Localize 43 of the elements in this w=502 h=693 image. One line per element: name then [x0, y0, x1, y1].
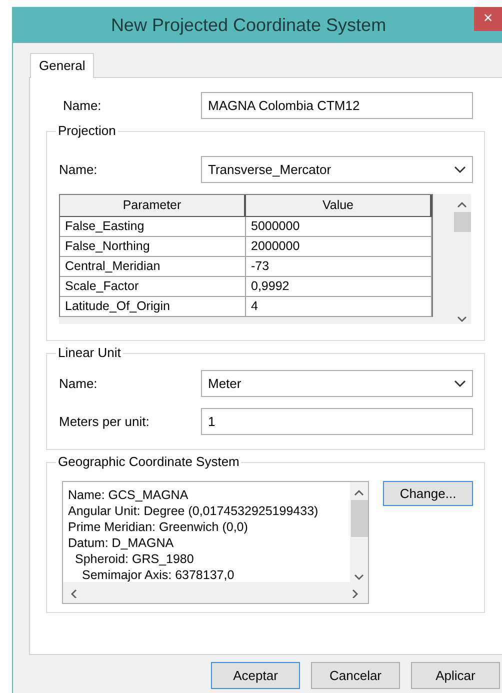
table-cell: Central_Meridian — [60, 257, 246, 277]
field-label: Meters per unit: — [59, 412, 150, 431]
scroll-up-icon[interactable] — [353, 488, 365, 498]
scroll-up-icon[interactable] — [456, 200, 468, 210]
dropdown[interactable]: Meter — [201, 370, 473, 397]
window-title: New Projected Coordinate System — [110, 14, 388, 37]
dropdown[interactable]: Transverse_Mercator — [201, 156, 473, 183]
close-button[interactable]: × — [474, 7, 502, 31]
dialog-button[interactable]: Aplicar — [411, 662, 500, 689]
group-title: Geographic Coordinate System — [56, 454, 242, 470]
field-label: Name: — [63, 96, 102, 115]
scrollbar[interactable] — [350, 482, 368, 582]
info-line: Spheroid: GRS_1980 — [74, 551, 195, 567]
table-cell: Latitude_Of_Origin — [60, 297, 246, 317]
info-line: Angular Unit: Degree (0,0174532925199433) — [68, 503, 320, 519]
info-line: Semimajor Axis: 6378137,0 — [81, 567, 236, 582]
tab[interactable]: General — [30, 53, 94, 78]
dialog-button[interactable]: Cancelar — [311, 662, 400, 689]
info-line: Prime Meridian: Greenwich (0,0) — [68, 519, 249, 535]
table-cell: 0,9992 — [246, 277, 432, 297]
scroll-thumb[interactable] — [454, 212, 470, 232]
table-cell: 5000000 — [246, 217, 432, 237]
table-cell: -73 — [246, 257, 432, 277]
field-label: Name: — [59, 160, 98, 179]
column-header[interactable]: Parameter — [60, 195, 246, 217]
info-line: Name: GCS_MAGNA — [68, 487, 190, 503]
table-cell: Scale_Factor — [60, 277, 246, 297]
table-cell: 4 — [246, 297, 432, 317]
scroll-thumb[interactable] — [350, 500, 368, 537]
table-cell: 2000000 — [246, 237, 432, 257]
info-line: Datum: D_MAGNA — [68, 535, 175, 551]
table-cell: False_Northing — [60, 237, 246, 257]
column-header[interactable]: Value — [246, 195, 432, 217]
scroll-down-icon[interactable] — [456, 314, 468, 324]
text-field[interactable]: MAGNA Colombia CTM12 — [201, 92, 473, 119]
scrollbar[interactable] — [63, 582, 368, 603]
text-field[interactable]: 1 — [201, 408, 473, 435]
group-title: Projection — [56, 123, 118, 139]
change-button[interactable]: Change... — [383, 481, 473, 506]
dialog-button[interactable]: Aceptar — [211, 662, 300, 689]
field-label: Name: — [59, 374, 98, 393]
scroll-down-icon[interactable] — [353, 572, 365, 582]
table-cell: False_Easting — [60, 217, 246, 237]
